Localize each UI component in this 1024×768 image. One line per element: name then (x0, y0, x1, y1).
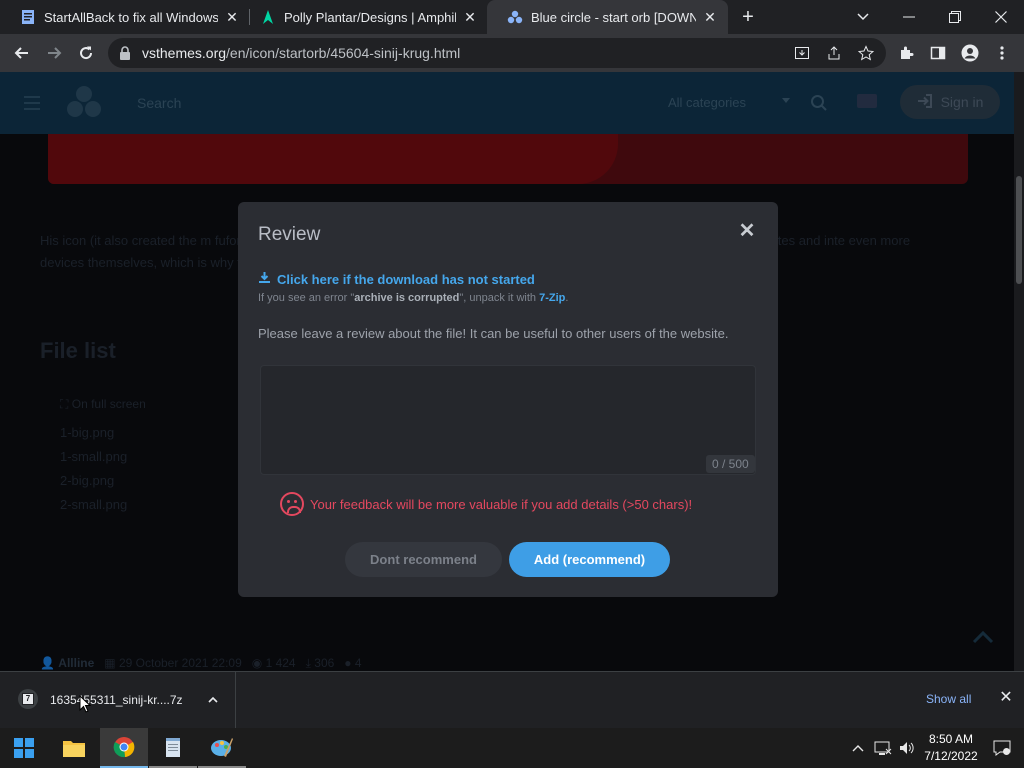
windows-start-icon[interactable] (0, 728, 48, 768)
tab-title: Blue circle - start orb [DOWNLOA (531, 9, 696, 25)
archive-file-icon: 7 (18, 689, 38, 709)
new-tab-button[interactable]: + (737, 6, 759, 28)
paint-icon[interactable] (198, 728, 246, 768)
side-panel-icon[interactable] (928, 43, 948, 63)
character-counter: 0 / 500 (706, 455, 755, 473)
corrupted-archive-hint: If you see an error "archive is corrupte… (258, 292, 568, 304)
profile-avatar-icon[interactable] (960, 43, 980, 63)
restore-button[interactable] (932, 0, 978, 34)
mouse-cursor-icon (79, 694, 92, 713)
bookmark-star-icon[interactable] (856, 43, 876, 63)
download-filename: 1635455311_sinij-kr....7z (50, 693, 183, 707)
download-retry-label: Click here if the download has not start… (277, 271, 535, 287)
modal-title: Review (258, 224, 321, 245)
show-hidden-icons-icon[interactable] (848, 728, 868, 768)
file-explorer-icon[interactable] (50, 728, 98, 768)
document-icon (20, 9, 36, 25)
browser-toolbar: vsthemes.org/en/icon/startorb/45604-sini… (0, 34, 1024, 72)
clock-date: 7/12/2022 (924, 749, 978, 763)
page-scrollbar[interactable] (1014, 72, 1024, 671)
tab-blue-circle[interactable]: Blue circle - start orb [DOWNLOA ✕ (487, 0, 728, 34)
url-host: vsthemes.org (142, 45, 227, 61)
clock-time: 8:50 AM (928, 732, 974, 746)
review-textarea[interactable] (260, 365, 756, 475)
add-recommend-button[interactable]: Add (recommend) (509, 542, 670, 577)
chrome-icon[interactable] (100, 728, 148, 768)
scrollbar-thumb[interactable] (1016, 176, 1022, 284)
install-app-icon[interactable] (792, 43, 812, 63)
url-path: /en/icon/startorb/45604-sinij-krug.html (226, 45, 461, 61)
network-icon[interactable] (872, 728, 894, 768)
tab-search-chevron-icon[interactable] (840, 0, 886, 34)
tab-title: Polly Plantar/Designs | Amphibia (284, 9, 456, 25)
tab-close-icon[interactable]: ✕ (462, 9, 478, 25)
system-clock[interactable]: 8:50 AM 7/12/2022 (914, 731, 988, 765)
tab-title: StartAllBack to fix all Windows 11 (44, 9, 218, 25)
lock-icon (118, 45, 134, 61)
download-retry-link[interactable]: Click here if the download has not start… (258, 271, 535, 287)
modal-close-icon[interactable]: ✕ (738, 221, 756, 241)
downloads-bar: 7 1635455311_sinij-kr....7z Show all ✕ (0, 671, 1024, 728)
seven-zip-link[interactable]: 7-Zip (539, 292, 565, 304)
windows-taskbar: 8:50 AM 7/12/2022 (0, 728, 1024, 768)
review-prompt: Please leave a review about the file! It… (258, 326, 729, 341)
minimize-button[interactable] (886, 0, 932, 34)
tab-polly-plantar[interactable]: Polly Plantar/Designs | Amphibia ✕ (240, 0, 488, 34)
notification-center-icon[interactable] (990, 728, 1014, 768)
web-page: Search All categories Sign in His icon (… (0, 72, 1024, 671)
feedback-warning: Your feedback will be more valuable if y… (280, 492, 692, 516)
hint-text: ", unpack it with (459, 292, 540, 304)
review-modal: Review ✕ Click here if the download has … (238, 202, 778, 597)
tab-strip: StartAllBack to fix all Windows 11 ✕ Pol… (0, 0, 1024, 34)
close-window-button[interactable] (978, 0, 1024, 34)
tab-close-icon[interactable]: ✕ (224, 9, 240, 25)
forward-button[interactable] (40, 39, 68, 67)
share-icon[interactable] (824, 43, 844, 63)
fandom-icon (260, 9, 276, 25)
reload-button[interactable] (72, 39, 100, 67)
vsthemes-icon (507, 9, 523, 25)
screen: StartAllBack to fix all Windows 11 ✕ Pol… (0, 0, 1024, 768)
show-all-downloads-button[interactable]: Show all (926, 692, 971, 706)
download-icon (258, 271, 271, 287)
chevron-up-icon[interactable] (206, 693, 220, 707)
hint-error-text: archive is corrupted (354, 292, 460, 304)
kebab-menu-icon[interactable] (992, 43, 1012, 63)
back-button[interactable] (8, 39, 36, 67)
download-item[interactable]: 7 1635455311_sinij-kr....7z (0, 672, 236, 728)
tab-close-icon[interactable]: ✕ (702, 9, 718, 25)
dont-recommend-button[interactable]: Dont recommend (345, 542, 502, 577)
url-text: vsthemes.org/en/icon/startorb/45604-sini… (142, 45, 460, 61)
sad-face-icon (280, 492, 304, 516)
hint-text: . (565, 292, 569, 304)
address-bar[interactable]: vsthemes.org/en/icon/startorb/45604-sini… (108, 38, 886, 68)
close-downloads-bar-icon[interactable]: ✕ (998, 690, 1014, 706)
feedback-warning-text: Your feedback will be more valuable if y… (310, 496, 693, 512)
extensions-puzzle-icon[interactable] (896, 43, 916, 63)
notepad-icon[interactable] (149, 728, 197, 768)
tab-startallback[interactable]: StartAllBack to fix all Windows 11 ✕ (0, 0, 250, 34)
hint-text: If you see an error " (258, 292, 355, 304)
